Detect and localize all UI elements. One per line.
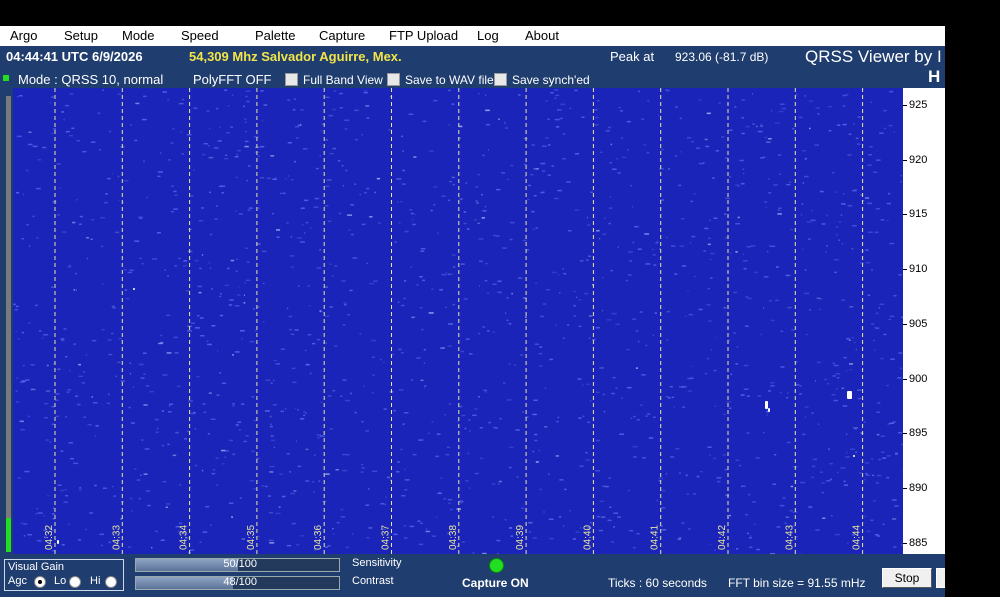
fft-bin-size: FFT bin size = 91.55 mHz bbox=[728, 576, 866, 590]
status-led-icon bbox=[3, 75, 9, 81]
save-synched-checkbox[interactable] bbox=[494, 73, 507, 86]
agc-radio[interactable] bbox=[34, 576, 46, 588]
lo-radio[interactable] bbox=[69, 576, 81, 588]
menu-mode[interactable]: Mode bbox=[122, 28, 155, 43]
menu-setup[interactable]: Setup bbox=[64, 28, 98, 43]
time-tick-label: 04:44 bbox=[852, 525, 863, 550]
time-tick-label: 04:40 bbox=[582, 525, 593, 550]
save-wav-checkbox[interactable] bbox=[387, 73, 400, 86]
time-tick-label: 04:39 bbox=[515, 525, 526, 550]
freq-tick-label: 885 bbox=[909, 536, 928, 549]
freq-tick bbox=[903, 542, 907, 544]
peak-label: Peak at bbox=[610, 49, 655, 64]
lo-label: Lo bbox=[54, 575, 67, 587]
sensitivity-value: 50/100 bbox=[223, 558, 257, 570]
menu-ftp-upload[interactable]: FTP Upload bbox=[389, 28, 458, 43]
peak-value: 923.06 (-81.7 dB) bbox=[675, 50, 769, 64]
time-tick-label: 04:36 bbox=[313, 525, 324, 550]
freq-tick bbox=[903, 378, 907, 380]
save-wav-label: Save to WAV file bbox=[405, 73, 494, 87]
app-title: QRSS Viewer by I bbox=[805, 47, 942, 66]
sensitivity-fill bbox=[136, 559, 238, 571]
station-label: 54,309 Mhz Salvador Aguirre, Mex. bbox=[189, 49, 402, 64]
freq-tick bbox=[903, 433, 907, 435]
time-tick-label: 04:35 bbox=[246, 525, 257, 550]
time-tick-label: 04:41 bbox=[650, 525, 661, 550]
visual-gain-group: Visual Gain Agc Lo Hi bbox=[4, 559, 124, 591]
info-bar: 04:44:41 UTC 6/9/2026 54,309 Mhz Salvado… bbox=[0, 46, 945, 86]
freq-tick bbox=[903, 105, 907, 106]
freq-tick bbox=[903, 487, 907, 489]
agc-label: Agc bbox=[8, 575, 27, 587]
full-band-view-checkbox[interactable] bbox=[285, 73, 298, 86]
freq-tick bbox=[903, 269, 907, 271]
signal-trace bbox=[847, 391, 852, 399]
full-band-view-label: Full Band View bbox=[303, 73, 383, 87]
contrast-fill bbox=[136, 577, 234, 589]
time-tick-label: 04:37 bbox=[381, 525, 392, 550]
polyfft-status: PolyFFT OFF bbox=[193, 72, 272, 87]
utc-clock: 04:44:41 UTC 6/9/2026 bbox=[6, 49, 143, 64]
save-synched-label: Save synch'ed bbox=[512, 73, 590, 87]
sensitivity-slider[interactable]: 50/100 bbox=[135, 558, 340, 572]
time-tick-label: 04:43 bbox=[784, 525, 795, 550]
freq-tick-label: 925 bbox=[909, 99, 928, 111]
menu-log[interactable]: Log bbox=[477, 28, 499, 43]
waterfall-background bbox=[13, 88, 903, 554]
freq-tick bbox=[903, 214, 907, 216]
menu-argo[interactable]: Argo bbox=[10, 28, 37, 43]
freq-tick-label: 900 bbox=[909, 372, 928, 385]
freq-tick-label: 905 bbox=[909, 317, 928, 330]
contrast-slider[interactable]: 48/100 bbox=[135, 576, 340, 590]
mode-bar: Mode : QRSS 10, normal PolyFFT OFF Full … bbox=[0, 68, 945, 88]
partial-button[interactable] bbox=[936, 568, 945, 588]
bottom-bar: Visual Gain Agc Lo Hi 50/100 Sensitivity… bbox=[0, 554, 945, 597]
freq-tick-label: 920 bbox=[909, 153, 928, 166]
menu-capture[interactable]: Capture bbox=[319, 28, 365, 43]
menu-palette[interactable]: Palette bbox=[255, 28, 295, 43]
freq-tick bbox=[903, 323, 907, 325]
signal-trace bbox=[57, 540, 59, 544]
app-window: Argo Setup Mode Speed Palette Capture FT… bbox=[0, 26, 945, 597]
stop-button[interactable]: Stop bbox=[882, 568, 932, 588]
menu-speed[interactable]: Speed bbox=[181, 28, 219, 43]
signal-trace bbox=[133, 288, 135, 290]
contrast-label: Contrast bbox=[352, 575, 394, 587]
menu-bar: Argo Setup Mode Speed Palette Capture FT… bbox=[0, 26, 945, 46]
signal-trace bbox=[853, 455, 855, 457]
time-tick-label: 04:34 bbox=[179, 525, 190, 550]
ticks-interval: Ticks : 60 seconds bbox=[608, 576, 707, 590]
capture-status: Capture ON bbox=[462, 576, 529, 590]
level-meter bbox=[6, 96, 11, 552]
freq-tick-label: 890 bbox=[909, 481, 928, 494]
freq-tick bbox=[903, 159, 907, 161]
waterfall-spectrogram[interactable]: 04:32 04:33 04:34 04:35 04:36 04:37 04:38 04:39… bbox=[13, 88, 903, 554]
visual-gain-title: Visual Gain bbox=[8, 561, 65, 573]
mode-status: Mode : QRSS 10, normal bbox=[18, 72, 164, 87]
contrast-value: 48/100 bbox=[223, 576, 257, 588]
hi-radio[interactable] bbox=[105, 576, 117, 588]
signal-trace bbox=[765, 401, 768, 409]
frequency-scale: 925 920 915 910 905 900 895 890 885 bbox=[903, 88, 945, 554]
time-tick-label: 04:32 bbox=[44, 525, 55, 550]
freq-tick-label: 910 bbox=[909, 263, 928, 276]
hi-label: Hi bbox=[90, 575, 101, 587]
sensitivity-label: Sensitivity bbox=[352, 557, 402, 569]
time-tick-label: 04:38 bbox=[448, 525, 459, 550]
time-tick-label: 04:42 bbox=[717, 525, 728, 550]
freq-tick-label: 915 bbox=[909, 208, 928, 221]
freq-tick-label: 895 bbox=[909, 427, 928, 440]
level-meter-fill bbox=[6, 518, 11, 552]
signal-trace bbox=[768, 408, 770, 412]
capture-led-icon bbox=[489, 558, 504, 573]
menu-about[interactable]: About bbox=[525, 28, 559, 43]
time-tick-label: 04:33 bbox=[111, 525, 122, 550]
